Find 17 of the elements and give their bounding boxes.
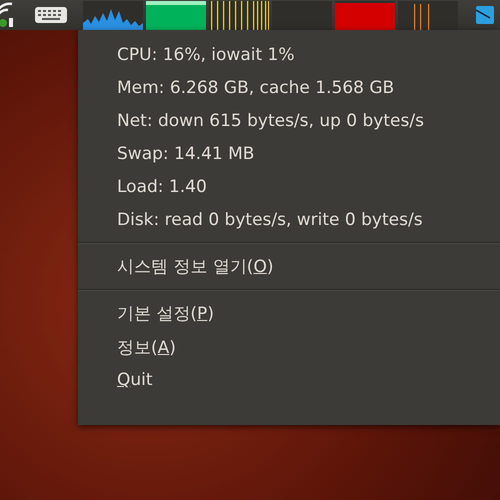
menu-item[interactable]: 시스템 정보 열기(O) <box>117 250 274 284</box>
load-graph <box>335 0 395 30</box>
memory-graph <box>146 0 206 30</box>
system-info-text: Swap: 14.41 MB <box>116 143 254 166</box>
menu-item[interactable]: 정보(A) <box>117 331 176 365</box>
wifi-icon[interactable] <box>0 2 16 28</box>
system-info-text: Load: 1.40 <box>116 176 207 199</box>
keyboard-icon[interactable] <box>34 6 68 24</box>
system-info-text: Mem: 6.268 GB, cache 1.568 GB <box>116 77 394 100</box>
system-info-text: Disk: read 0 bytes/s, write 0 bytes/s <box>116 209 423 232</box>
menu-item[interactable]: 기본 설정(P) <box>117 297 214 331</box>
system-info-text: Net: down 615 bytes/s, up 0 bytes/s <box>116 110 424 133</box>
disk-graph <box>398 0 458 30</box>
menu-item[interactable]: Quit <box>117 365 153 396</box>
cpu-graph <box>83 0 143 30</box>
network-graph <box>209 0 269 30</box>
system-info-text: CPU: 16%, iowait 1% <box>116 44 294 67</box>
